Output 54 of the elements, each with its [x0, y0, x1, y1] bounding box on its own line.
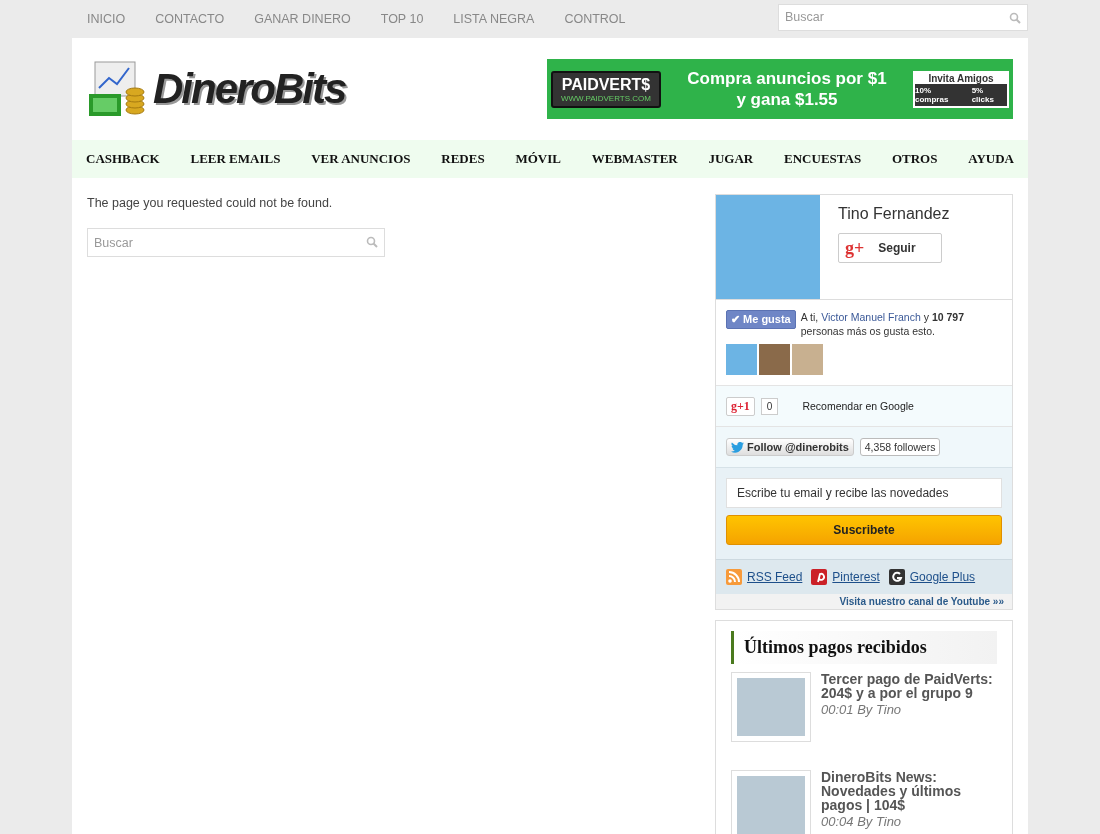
search-icon: [366, 236, 378, 248]
ad-headline: Compra anuncios por $1: [687, 68, 887, 89]
post-meta: 00:01 By Tino: [821, 703, 903, 717]
pinterest-icon: [811, 569, 828, 585]
post-thumbnail[interactable]: [731, 672, 811, 742]
friend-avatar: [759, 344, 790, 375]
ad-brand: PAIDVERT$: [561, 75, 651, 94]
google-icon: [888, 569, 905, 585]
main-nav-link[interactable]: WEBMASTER: [591, 151, 678, 167]
post-thumbnail[interactable]: [731, 770, 811, 834]
ad-subline: y gana $1.55: [736, 89, 838, 110]
friend-avatar: [792, 344, 823, 375]
follower-count: 4,358 followers: [859, 438, 941, 456]
social-link[interactable]: RSS Feed: [747, 570, 803, 584]
widget-title: Últimos pagos recibidos: [731, 631, 997, 664]
main-nav-link[interactable]: AYUDA: [968, 151, 1014, 167]
recommend-text: Recomendar en Google: [802, 400, 914, 412]
email-field[interactable]: Escribe tu email y recibe las novedades: [726, 478, 1002, 508]
like-text: A ti, Victor Manuel Franch y 10 797 personas más os gusta esto.: [800, 310, 965, 338]
main-nav-link[interactable]: REDES: [441, 151, 485, 167]
main-nav-link[interactable]: LEER EMAILS: [190, 151, 281, 167]
main-nav-link[interactable]: VER ANUNCIOS: [311, 151, 411, 167]
friend-avatar: [726, 344, 757, 375]
main-nav-link[interactable]: JUGAR: [708, 151, 754, 167]
friend-link[interactable]: Victor Manuel Franch: [821, 311, 921, 323]
bird-icon: [731, 441, 744, 453]
site-logo[interactable]: DineroBits: [153, 65, 346, 113]
follow-button[interactable]: g+ Seguir: [838, 233, 942, 263]
social-link[interactable]: Google Plus: [909, 570, 976, 584]
search-icon: [1009, 11, 1021, 24]
ad-invite-text: 5% clicks: [971, 85, 995, 104]
post-title[interactable]: DineroBits News: Novedades y últimos pagos | 104$: [821, 770, 997, 812]
main-nav-link[interactable]: CASHBACK: [86, 151, 160, 167]
main-nav-link[interactable]: MÓVIL: [515, 151, 561, 167]
post-title[interactable]: Tercer pago de PaidVerts: 204$ y a por el grupo 9: [821, 672, 997, 700]
profile-name: Tino Fernandez: [838, 205, 950, 223]
post-meta: 00:04 By Tino: [821, 815, 903, 829]
plus-one-count: 0: [760, 397, 779, 415]
plus-one-button[interactable]: g+1: [726, 396, 755, 416]
search-field[interactable]: Buscar: [87, 228, 385, 257]
ad-url: WWW.PAIDVERTS.COM: [561, 93, 651, 103]
error-message: The page you requested could not be found.: [87, 196, 334, 210]
subscribe-button[interactable]: Suscribete: [726, 515, 1002, 545]
youtube-link[interactable]: Visita nuestro canal de Youtube »»: [716, 594, 1012, 609]
main-nav-link[interactable]: OTROS: [891, 151, 938, 167]
search-field[interactable]: Buscar: [778, 3, 1028, 31]
ad-invite-title: Invita Amigos: [915, 72, 1007, 84]
ad-banner[interactable]: PAIDVERT$ WWW.PAIDVERTS.COM Compra anuncios por $1 y gana $1.55 Invita Amigos 10% compras 5% clicks: [547, 59, 1013, 119]
main-nav-link[interactable]: ENCUESTAS: [784, 151, 862, 167]
social-link[interactable]: Pinterest: [832, 570, 880, 584]
like-button[interactable]: ✔ Me gusta: [726, 310, 796, 329]
twitter-follow-button[interactable]: Follow @dinerobits: [726, 438, 854, 456]
rss-icon: [726, 569, 742, 585]
ad-invite-text: 10% compras: [915, 85, 950, 104]
